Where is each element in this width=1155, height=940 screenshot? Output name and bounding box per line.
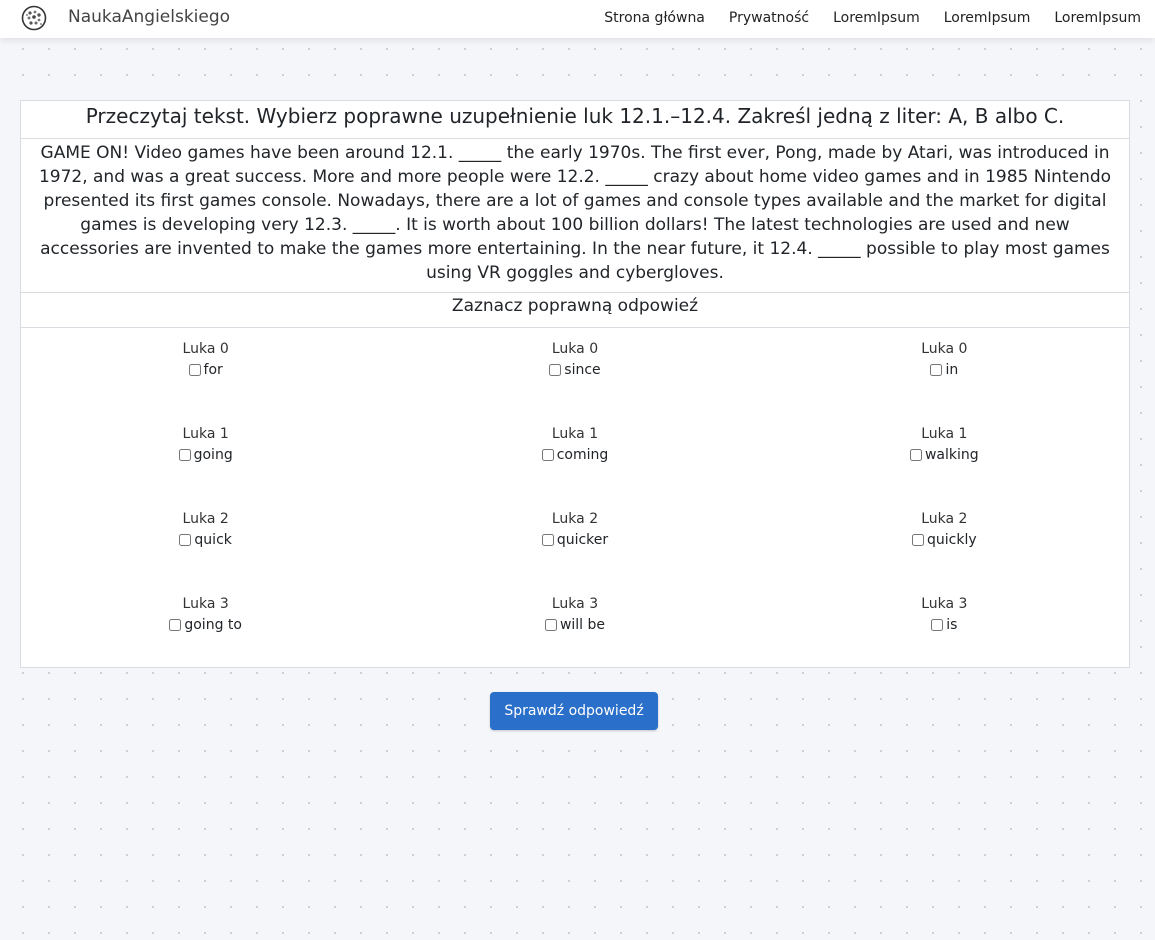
gap-option-cell: Luka 1 going [21,426,390,511]
answer-checkbox[interactable] [912,534,924,546]
exercise-instruction: Przeczytaj tekst. Wybierz poprawne uzupe… [21,101,1129,139]
gap-label: Luka 2 [551,511,599,527]
option-label[interactable]: quickly [927,532,977,548]
answer-checkbox[interactable] [544,619,557,631]
gap-option-cell: Luka 1 walking [760,426,1129,511]
answer-option[interactable]: since [549,362,601,378]
gap-row: Luka 1 going Luka 1 coming Luka 1 walkin… [21,426,1129,511]
nav-link-loremipsum-2[interactable]: LoremIpsum [944,10,1031,26]
gap-label: Luka 0 [182,341,229,357]
option-label[interactable]: coming [557,447,609,463]
option-label[interactable]: since [564,362,600,378]
answer-option[interactable]: quicker [541,532,608,548]
option-label[interactable]: for [204,362,223,378]
brand-name[interactable]: NaukaAngielskiego [68,7,230,27]
gap-option-cell: Luka 2 quick [21,511,390,596]
answer-checkbox[interactable] [930,364,943,376]
reading-passage: GAME ON! Video games have been around 12… [38,143,1112,283]
nav-link-loremipsum-1[interactable]: LoremIpsum [833,10,920,26]
gap-row: Luka 3 going to Luka 3 will be Luka 3 is [21,596,1129,681]
globe-logo-icon[interactable] [21,5,47,31]
answer-checkbox[interactable] [541,449,554,461]
answer-option[interactable]: will be [544,617,605,633]
option-label[interactable]: in [945,362,958,378]
answer-checkbox[interactable] [169,619,182,631]
option-label[interactable]: is [946,617,957,633]
answer-option[interactable]: walking [909,447,979,463]
gap-label: Luka 1 [921,426,968,442]
gap-label: Luka 2 [182,511,229,527]
exercise-card: Przeczytaj tekst. Wybierz poprawne uzupe… [20,100,1130,668]
option-label[interactable]: going [194,447,233,463]
answer-option[interactable]: is [931,617,957,633]
gap-option-cell: Luka 3 going to [21,596,390,681]
gap-label: Luka 3 [921,596,968,612]
option-label[interactable]: quick [194,532,231,548]
option-label[interactable]: will be [560,617,605,633]
option-label[interactable]: quicker [557,532,608,548]
answer-checkbox[interactable] [179,534,192,546]
option-label[interactable]: walking [925,447,979,463]
gap-label: Luka 2 [921,511,968,527]
gap-option-cell: Luka 0 since [390,341,759,426]
answer-checkbox[interactable] [178,449,191,461]
gap-row: Luka 2 quick Luka 2 quicker Luka 2 quick… [21,511,1129,596]
nav-links: Strona główna Prywatność LoremIpsum Lore… [604,10,1141,26]
nav-link-loremipsum-3[interactable]: LoremIpsum [1054,10,1141,26]
answer-option[interactable]: in [930,362,958,378]
nav-link-privacy[interactable]: Prywatność [729,10,809,26]
check-answer-button[interactable]: Sprawdź odpowiedź [490,692,658,730]
answer-checkbox[interactable] [549,364,562,376]
option-label[interactable]: going to [184,617,242,633]
gap-label: Luka 3 [551,596,599,612]
navbar: NaukaAngielskiego Strona główna Prywatno… [0,0,1155,38]
gap-option-cell: Luka 0 in [760,341,1129,426]
answer-option[interactable]: quick [179,532,232,548]
gap-option-cell: Luka 3 is [760,596,1129,681]
answer-grid: Luka 0 for Luka 0 since Luka 0 in Luka 1… [21,341,1129,681]
answer-checkbox[interactable] [909,449,922,461]
gap-option-cell: Luka 2 quickly [760,511,1129,596]
answer-option[interactable]: coming [541,447,609,463]
answer-option[interactable]: for [188,362,223,378]
gap-label: Luka 0 [551,341,599,357]
nav-link-home[interactable]: Strona główna [604,10,705,26]
answer-option[interactable]: going to [169,617,242,633]
answer-option[interactable]: quickly [912,532,977,548]
gap-option-cell: Luka 0 for [21,341,390,426]
gap-label: Luka 1 [551,426,599,442]
gap-option-cell: Luka 2 quicker [390,511,759,596]
answer-option[interactable]: going [178,447,233,463]
gap-label: Luka 0 [921,341,968,357]
answer-checkbox[interactable] [931,619,944,631]
gap-option-cell: Luka 3 will be [390,596,759,681]
gap-option-cell: Luka 1 coming [390,426,759,511]
answer-checkbox[interactable] [188,364,201,376]
answer-prompt: Zaznacz poprawną odpowieź [21,293,1129,328]
gap-label: Luka 3 [182,596,229,612]
gap-label: Luka 1 [182,426,229,442]
answer-checkbox[interactable] [541,534,554,546]
gap-row: Luka 0 for Luka 0 since Luka 0 in [21,341,1129,426]
